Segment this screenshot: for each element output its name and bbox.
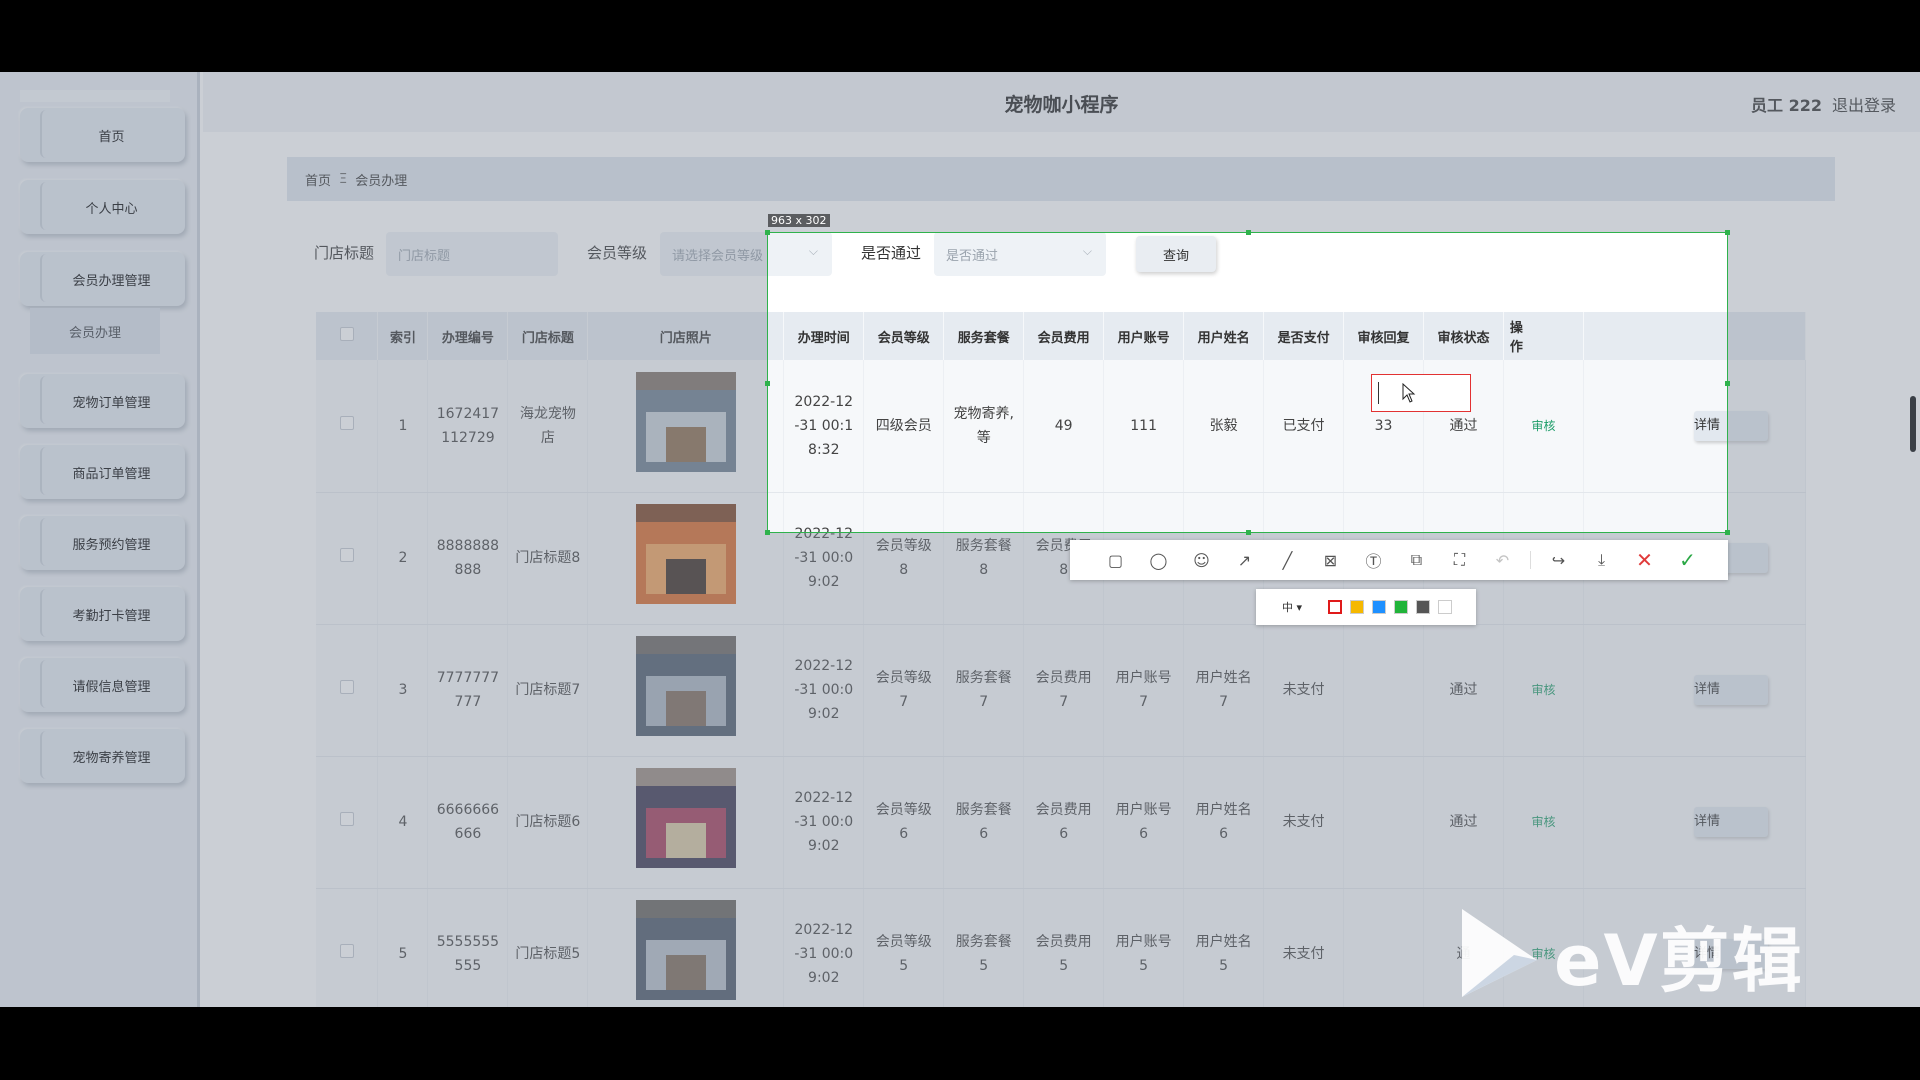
color-swatch[interactable] xyxy=(1372,600,1387,614)
arrow-icon[interactable]: ↗ xyxy=(1223,540,1266,580)
capture-size-label: 963 x 302 xyxy=(768,214,830,227)
color-swatch[interactable] xyxy=(1416,600,1431,614)
watermark-text: eV剪辑 xyxy=(1554,920,1804,1002)
color-swatches xyxy=(1328,600,1460,614)
page-scrollbar[interactable] xyxy=(1910,396,1916,452)
color-swatch[interactable] xyxy=(1350,600,1365,614)
rectangle-icon[interactable]: ▢ xyxy=(1094,540,1137,580)
dim-overlay-right xyxy=(1728,232,1920,533)
font-size-select[interactable]: 中 ▾ xyxy=(1282,599,1302,615)
color-swatch[interactable] xyxy=(1394,600,1409,614)
share-icon[interactable]: ↪ xyxy=(1537,540,1580,580)
color-swatch[interactable] xyxy=(1328,600,1343,614)
mouse-cursor-icon xyxy=(1402,383,1416,403)
emoji-icon[interactable]: ☺ xyxy=(1180,540,1223,580)
dim-overlay-top xyxy=(0,72,1920,232)
text-icon[interactable]: Ⓣ xyxy=(1352,540,1395,580)
play-logo-icon xyxy=(1462,909,1537,997)
confirm-icon[interactable]: ✓ xyxy=(1666,540,1709,580)
pin-icon[interactable]: ⧉ xyxy=(1395,540,1438,580)
capture-selection[interactable] xyxy=(765,230,1730,535)
color-swatch[interactable] xyxy=(1438,600,1453,614)
ocr-icon[interactable]: ⛶ xyxy=(1438,540,1481,580)
video-letterbox-top xyxy=(0,0,1920,72)
toolbar-divider xyxy=(1530,551,1531,569)
text-annotation-box[interactable] xyxy=(1371,374,1471,412)
video-letterbox-bottom xyxy=(0,1007,1920,1080)
undo-icon[interactable]: ↶ xyxy=(1481,540,1524,580)
mosaic-icon[interactable]: ⊠ xyxy=(1309,540,1352,580)
capture-toolbar: ▢ ◯ ☺ ↗ ╱ ⊠ Ⓣ ⧉ ⛶ ↶ ↪ ⤓ ✕ ✓ xyxy=(1070,540,1728,580)
cancel-icon[interactable]: ✕ xyxy=(1623,540,1666,580)
save-icon[interactable]: ⤓ xyxy=(1580,540,1623,580)
watermark: eV剪辑 xyxy=(1452,905,1832,1005)
line-icon[interactable]: ╱ xyxy=(1266,540,1309,580)
text-style-bar: 中 ▾ xyxy=(1256,589,1476,625)
ellipse-icon[interactable]: ◯ xyxy=(1137,540,1180,580)
